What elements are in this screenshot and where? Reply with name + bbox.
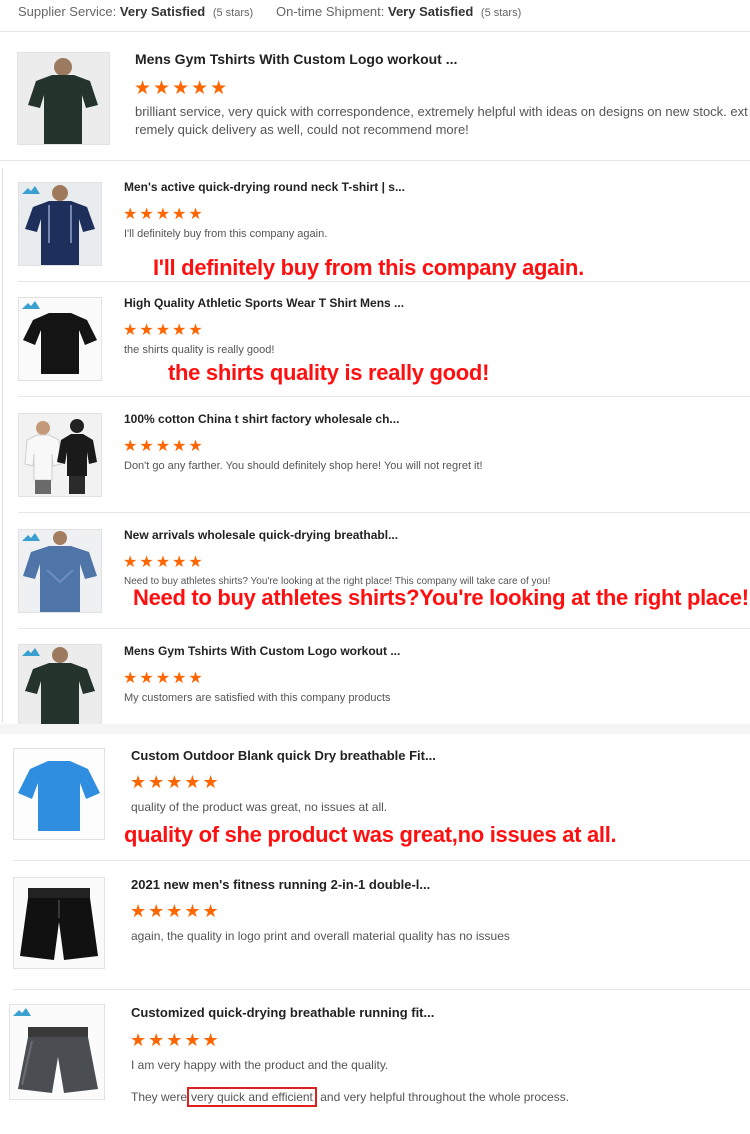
review-text: brilliant service, very quick with corre… — [135, 104, 748, 119]
rating-stars: ★★★★★ — [123, 438, 205, 455]
divider — [18, 628, 750, 629]
rating-stars: ★★★★★ — [123, 322, 205, 339]
dark-green-tshirt-image — [19, 645, 101, 725]
product-thumbnail[interactable] — [17, 52, 110, 145]
supplier-service-rating: Supplier Service: Very Satisfied (5 star… — [18, 4, 253, 19]
ontime-shipment-value: Very Satisfied — [388, 4, 474, 19]
review-text: I'll definitely buy from this company ag… — [124, 228, 328, 240]
product-title[interactable]: New arrivals wholesale quick-drying brea… — [124, 528, 398, 542]
review-text: again, the quality in logo print and ove… — [131, 929, 510, 943]
list-border — [2, 168, 3, 723]
rating-stars: ★★★★★ — [130, 772, 221, 792]
product-title[interactable]: Custom Outdoor Blank quick Dry breathabl… — [131, 748, 436, 763]
review-text-part: and very helpful throughout the whole pr… — [320, 1090, 570, 1104]
divider — [0, 160, 750, 161]
sky-blue-tshirt-image — [14, 749, 104, 839]
product-title[interactable]: 2021 new men's fitness running 2-in-1 do… — [131, 877, 430, 892]
rating-stars: ★★★★★ — [130, 1030, 221, 1050]
product-thumbnail[interactable] — [9, 1004, 105, 1100]
product-thumbnail[interactable] — [18, 182, 102, 266]
brand-logo-icon — [22, 186, 40, 194]
product-thumbnail[interactable] — [18, 297, 102, 381]
review-text: the shirts quality is really good! — [124, 344, 275, 356]
section-gap — [0, 724, 750, 734]
rating-stars: ★★★★★ — [123, 670, 205, 687]
product-title[interactable]: Customized quick-drying breathable runni… — [131, 1005, 434, 1020]
review-annotation: quality of she product was great,no issu… — [124, 822, 617, 847]
ratings-summary-bar: Supplier Service: Very Satisfied (5 star… — [0, 0, 750, 30]
review-annotation: I'll definitely buy from this company ag… — [153, 255, 584, 280]
review-text: Don't go any farther. You should definit… — [124, 460, 483, 472]
review-annotation: the shirts quality is really good! — [168, 360, 490, 385]
brand-logo-icon — [13, 1008, 31, 1016]
rating-stars: ★★★★★ — [123, 206, 205, 223]
product-title[interactable]: Men's active quick-drying round neck T-s… — [124, 180, 405, 194]
divider — [13, 860, 750, 861]
review-text-part: They were — [131, 1090, 188, 1104]
ontime-shipment-stars: (5 stars) — [480, 7, 522, 19]
review-text-continued: They were very quick and efficient and ve… — [131, 1087, 570, 1107]
product-title[interactable]: Mens Gym Tshirts With Custom Logo workou… — [124, 644, 400, 658]
black-shorts-image — [14, 878, 104, 968]
product-thumbnail[interactable] — [18, 644, 102, 726]
divider — [13, 989, 750, 990]
header-divider — [0, 31, 750, 32]
divider — [18, 512, 750, 513]
blue-tshirt-image — [19, 530, 101, 612]
rating-stars: ★★★★★ — [134, 78, 230, 99]
review-text: quality of the product was great, no iss… — [131, 800, 388, 814]
navy-tshirt-image — [19, 183, 101, 265]
supplier-service-stars: (5 stars) — [212, 7, 254, 19]
review-text-continued: remely quick delivery as well, could not… — [135, 122, 469, 137]
divider — [18, 281, 750, 282]
review-text: My customers are satisfied with this com… — [124, 692, 391, 704]
black-tshirt-image — [19, 298, 101, 380]
rating-stars: ★★★★★ — [123, 554, 205, 571]
product-thumbnail[interactable] — [18, 529, 102, 613]
highlighted-phrase: very quick and efficient — [187, 1087, 317, 1107]
grey-shorts-image — [10, 1005, 104, 1099]
ontime-shipment-rating: On-time Shipment: Very Satisfied (5 star… — [276, 4, 521, 19]
product-thumbnail[interactable] — [13, 877, 105, 969]
supplier-service-value: Very Satisfied — [119, 4, 206, 19]
review-text: I am very happy with the product and the… — [131, 1058, 389, 1072]
product-title[interactable]: 100% cotton China t shirt factory wholes… — [124, 412, 399, 426]
divider — [18, 396, 750, 397]
ontime-shipment-label: On-time Shipment: — [276, 4, 385, 19]
supplier-service-label: Supplier Service: — [18, 4, 117, 19]
product-title[interactable]: Mens Gym Tshirts With Custom Logo workou… — [135, 51, 457, 67]
dark-green-tshirt-image — [18, 53, 109, 144]
brand-logo-icon — [22, 533, 40, 541]
product-title[interactable]: High Quality Athletic Sports Wear T Shir… — [124, 296, 404, 310]
brand-logo-icon — [22, 301, 40, 309]
product-thumbnail[interactable] — [18, 413, 102, 497]
review-annotation: Need to buy athletes shirts?You're looki… — [133, 585, 749, 610]
rating-stars: ★★★★★ — [130, 901, 221, 921]
couple-tshirts-image — [19, 414, 101, 496]
brand-logo-icon — [22, 648, 40, 656]
product-thumbnail[interactable] — [13, 748, 105, 840]
